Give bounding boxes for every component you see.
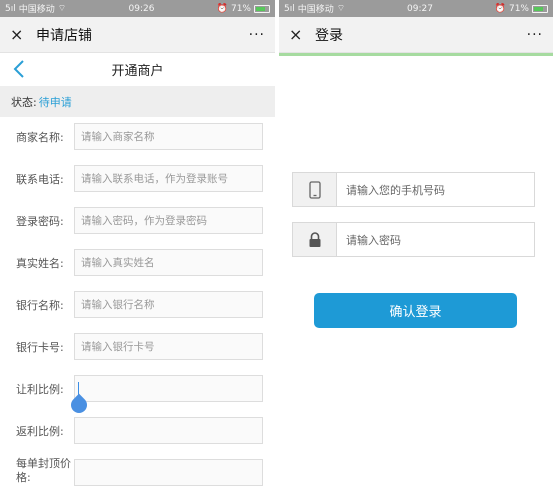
discount-ratio-input[interactable] <box>74 375 263 402</box>
form-row-password: 登录密码: 请输入密码，作为登录密码 <box>0 201 275 243</box>
more-icon[interactable]: ··· <box>249 27 265 43</box>
title-bar: × 申请店铺 ··· <box>0 17 275 53</box>
form-row-real-name: 真实姓名: 请输入真实姓名 <box>0 243 275 285</box>
merchant-name-input[interactable]: 请输入商家名称 <box>74 123 263 150</box>
carrier-name: 中国移动 <box>18 5 55 15</box>
password-input[interactable]: 请输入密码 <box>337 223 534 256</box>
form-row-discount-ratio: 让利比例: <box>0 369 275 411</box>
field-label: 返利比例: <box>16 425 64 438</box>
mobile-phone-icon <box>293 173 337 206</box>
real-name-input[interactable]: 请输入真实姓名 <box>74 249 263 276</box>
status-label: 状态: <box>11 95 37 109</box>
field-label: 银行卡号: <box>16 341 64 354</box>
application-status: 状态: 待申请 <box>0 86 275 117</box>
clock: 09:27 <box>407 3 433 14</box>
screenshot: 5ıl 中国移动 ⌔ 09:26 ⏰ 71% × 申请店铺 ··· 开通商户 状… <box>0 0 553 489</box>
clock: 09:26 <box>128 3 155 14</box>
page-title: 申请店铺 <box>36 27 92 44</box>
status-bar: 5ıl 中国移动 ⌔ 09:26 ⏰ 71% <box>0 0 275 17</box>
wifi-icon: ⌔ <box>336 4 346 14</box>
wifi-icon: ⌔ <box>57 4 67 14</box>
bank-name-input[interactable]: 请输入银行名称 <box>74 291 263 318</box>
close-icon[interactable]: × <box>10 25 32 44</box>
apply-shop-screen: 5ıl 中国移动 ⌔ 09:26 ⏰ 71% × 申请店铺 ··· 开通商户 状… <box>0 0 275 489</box>
form-row-bank-name: 银行名称: 请输入银行名称 <box>0 285 275 327</box>
nav-title: 开通商户 <box>111 64 164 79</box>
rebate-ratio-input[interactable] <box>74 417 263 444</box>
form-row-bank-card: 银行卡号: 请输入银行卡号 <box>0 327 275 369</box>
password-input[interactable]: 请输入密码，作为登录密码 <box>74 207 263 234</box>
field-label: 让利比例: <box>16 383 64 396</box>
battery-percent: 71% <box>230 3 251 14</box>
signal-icon: 5ıl <box>284 3 295 14</box>
form-row-order-cap: 每单封顶价格: <box>0 453 275 489</box>
signal-icon: 5ıl <box>5 3 16 14</box>
phone-input[interactable]: 请输入您的手机号码 <box>337 173 534 206</box>
battery-percent: 71% <box>508 3 529 14</box>
field-label: 登录密码: <box>16 215 64 228</box>
field-label: 商家名称: <box>16 131 64 144</box>
form-row-merchant-name: 商家名称: 请输入商家名称 <box>0 117 275 159</box>
more-icon[interactable]: ··· <box>527 27 543 43</box>
bank-card-input[interactable]: 请输入银行卡号 <box>74 333 263 360</box>
status-badge: 待申请 <box>38 95 72 109</box>
battery-icon <box>253 4 270 13</box>
field-label: 每单封顶价格: <box>16 457 71 484</box>
confirm-login-button[interactable]: 确认登录 <box>314 293 517 328</box>
page-title: 登录 <box>315 27 343 44</box>
chevron-left-icon[interactable] <box>12 58 26 80</box>
field-label: 联系电话: <box>16 173 64 186</box>
field-label: 银行名称: <box>16 299 64 312</box>
status-bar: 5ıl 中国移动 ⌔ 09:27 ⏰ 71% <box>279 0 553 17</box>
contact-phone-input[interactable]: 请输入联系电话，作为登录账号 <box>74 165 263 192</box>
form-row-rebate-ratio: 返利比例: <box>0 411 275 453</box>
form-row-phone: 联系电话: 请输入联系电话，作为登录账号 <box>0 159 275 201</box>
alarm-icon: ⏰ <box>216 3 228 14</box>
field-label: 真实姓名: <box>16 257 64 270</box>
login-screen: 5ıl 中国移动 ⌔ 09:27 ⏰ 71% × 登录 ··· 请输入您的手机号… <box>279 0 553 489</box>
carrier-name: 中国移动 <box>297 5 334 15</box>
merchant-form: 商家名称: 请输入商家名称 联系电话: 请输入联系电话，作为登录账号 登录密码:… <box>0 117 275 489</box>
title-bar: × 登录 ··· <box>279 17 553 53</box>
close-icon[interactable]: × <box>289 25 311 44</box>
order-cap-input[interactable] <box>74 459 263 486</box>
nav-bar: 开通商户 <box>0 53 275 86</box>
password-field[interactable]: 请输入密码 <box>292 222 535 257</box>
lock-icon <box>293 223 337 256</box>
battery-icon <box>531 4 548 13</box>
loading-progress-bar <box>279 53 553 56</box>
phone-field[interactable]: 请输入您的手机号码 <box>292 172 535 207</box>
alarm-icon: ⏰ <box>494 3 506 14</box>
